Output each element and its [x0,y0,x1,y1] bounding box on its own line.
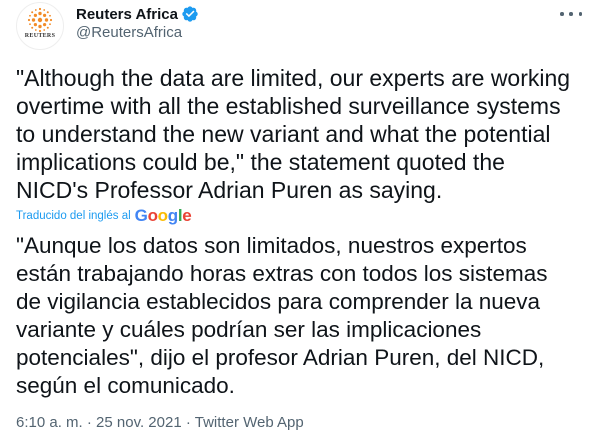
separator: · [86,414,92,431]
separator: · [185,414,191,431]
tweet: REUTERS Reuters Africa @ReutersAfrica "A… [0,0,591,442]
translated-tweet-text: "Aunque los datos son limitados, nuestro… [16,233,548,398]
google-logo[interactable]: Google [135,206,192,226]
tweet-source: Twitter Web App [194,414,304,431]
reuters-logo-icon [27,7,53,33]
display-name[interactable]: Reuters Africa [76,6,178,23]
tweet-metadata: 6:10 a. m. · 25 nov. 2021 · Twitter Web … [16,414,304,431]
tweet-text: "Although the data are limited, our expe… [16,65,571,203]
translation-label: Traducido del inglés al [16,210,131,222]
author-name-row: Reuters Africa [76,4,199,24]
tweet-time[interactable]: 6:10 a. m. [16,414,83,431]
avatar-logo-text: REUTERS [24,33,56,39]
tweet-date[interactable]: 25 nov. 2021 [96,414,182,431]
verified-badge-icon [181,5,199,23]
translation-attribution: Traducido del inglés al Google [16,206,192,226]
avatar[interactable]: REUTERS [16,2,64,50]
more-options-icon[interactable] [560,6,582,22]
author-handle[interactable]: @ReutersAfrica [76,24,182,41]
